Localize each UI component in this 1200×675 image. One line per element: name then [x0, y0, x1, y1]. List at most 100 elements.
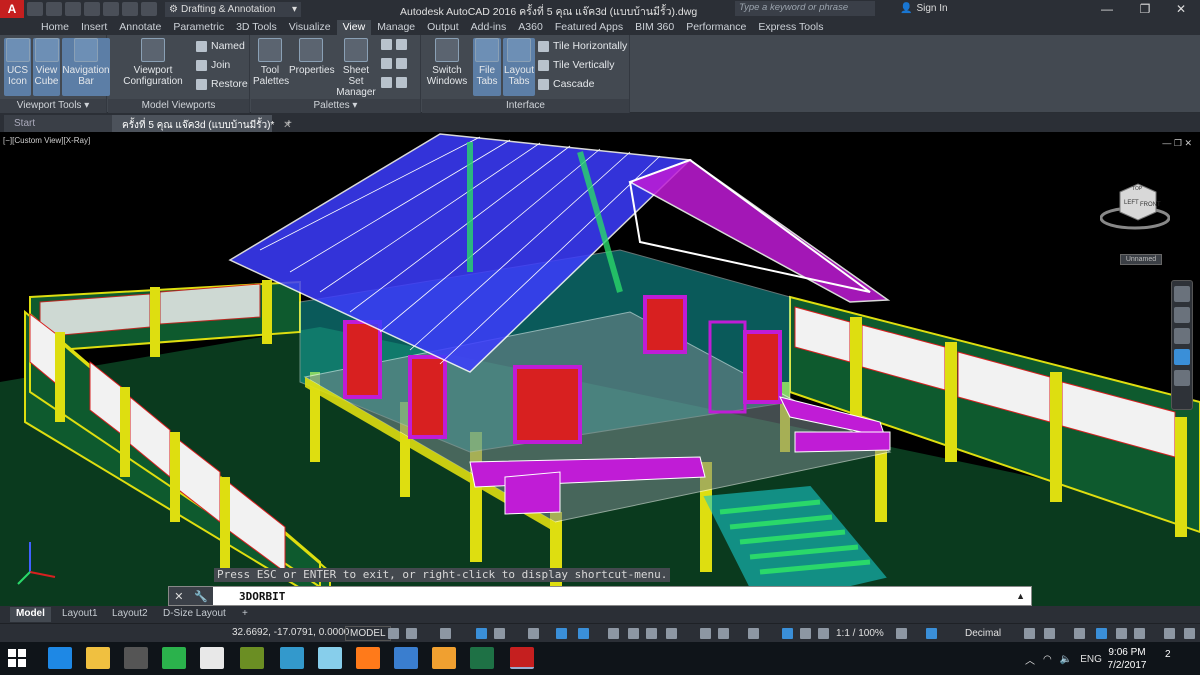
tab-insert[interactable]: Insert: [75, 20, 113, 35]
redo-icon[interactable]: [141, 2, 157, 16]
tab-express-tools[interactable]: Express Tools: [752, 20, 829, 35]
excel-icon[interactable]: [470, 647, 494, 669]
viewport-window-controls[interactable]: — ❐ ✕: [1162, 138, 1192, 149]
gizmo-icon[interactable]: [748, 628, 759, 639]
app-icon-10[interactable]: [394, 647, 418, 669]
tab-3d-tools[interactable]: 3D Tools: [230, 20, 283, 35]
annotation-visibility-icon[interactable]: [782, 628, 793, 639]
sheet-set-manager-button[interactable]: Sheet Set Manager: [335, 38, 377, 98]
close-icon[interactable]: ✕: [174, 590, 183, 603]
app-icon-7[interactable]: [280, 647, 304, 669]
coordinates-readout[interactable]: 32.6692, -17.0791, 0.0000: [232, 627, 349, 638]
layout-tab-model[interactable]: Model: [10, 607, 51, 622]
tile-horizontally-button[interactable]: Tile Horizontally: [538, 40, 627, 52]
command-line[interactable]: ✕ 🔧 3DORBIT ▲: [168, 586, 1032, 606]
workspace-dropdown[interactable]: ⚙ Drafting & Annotation ▾: [165, 1, 301, 17]
file-explorer-icon[interactable]: [86, 647, 110, 669]
markup-button[interactable]: [381, 58, 407, 69]
annotation-scale-value[interactable]: 1:1 / 100%: [836, 628, 884, 639]
minimize-button[interactable]: —: [1088, 0, 1126, 18]
viewport-controls-label[interactable]: [−][Custom View][X-Ray]: [3, 136, 90, 145]
infer-constraints-icon[interactable]: [440, 628, 451, 639]
isolate-objects-icon[interactable]: [1074, 628, 1085, 639]
pan-icon[interactable]: [1174, 307, 1190, 323]
orbit-icon[interactable]: [1174, 349, 1190, 365]
undo-icon[interactable]: [122, 2, 138, 16]
units-value[interactable]: Decimal: [965, 628, 1001, 639]
showmotion-icon[interactable]: [1174, 370, 1190, 386]
add-layout-button[interactable]: +: [236, 607, 254, 622]
print-icon[interactable]: [103, 2, 119, 16]
tab-add-ins[interactable]: Add-ins: [465, 20, 513, 35]
join-viewports-button[interactable]: Join: [196, 59, 230, 71]
design-center-button[interactable]: [381, 39, 407, 50]
store-icon[interactable]: [200, 647, 224, 669]
close-button[interactable]: ✕: [1162, 0, 1200, 18]
tile-vertically-button[interactable]: Tile Vertically: [538, 59, 614, 71]
fullscreen-icon[interactable]: [1164, 628, 1175, 639]
grid-icon[interactable]: [388, 628, 399, 639]
tab-visualize[interactable]: Visualize: [283, 20, 337, 35]
navigation-bar-button[interactable]: Navigation Bar: [62, 38, 110, 96]
layout-tab-d-size-layout[interactable]: D-Size Layout: [157, 607, 232, 622]
search-input[interactable]: Type a keyword or phrase: [735, 1, 875, 16]
save-as-icon[interactable]: [84, 2, 100, 16]
customization-menu-icon[interactable]: [1184, 628, 1195, 639]
app-icon-6[interactable]: [240, 647, 264, 669]
viewport-configuration-button[interactable]: Viewport Configuration: [118, 38, 188, 87]
palettes-label[interactable]: Palettes ▾: [251, 99, 420, 113]
auto-scale-icon[interactable]: [800, 628, 811, 639]
object-snap-tracking-icon[interactable]: [556, 628, 567, 639]
save-icon[interactable]: [65, 2, 81, 16]
tool-palettes-button[interactable]: Tool Palettes: [253, 38, 289, 87]
new-file-icon[interactable]: [27, 2, 43, 16]
command-line-button[interactable]: [381, 77, 407, 88]
autocad-taskbar-icon[interactable]: [510, 647, 534, 669]
quick-properties-icon[interactable]: [1024, 628, 1035, 639]
viewport-tools-label[interactable]: Viewport Tools ▾: [0, 99, 106, 113]
tab-start[interactable]: Start: [4, 115, 112, 132]
graphics-performance-icon[interactable]: [1116, 628, 1127, 639]
tab-view[interactable]: View: [336, 20, 372, 35]
windows-start-icon[interactable]: [8, 649, 26, 667]
language-indicator[interactable]: ENG: [1080, 654, 1102, 665]
drawing-viewport[interactable]: [−][Custom View][X-Ray] — ❐ ✕ LEFT FRONT…: [0, 132, 1200, 606]
ortho-icon[interactable]: [476, 628, 487, 639]
lock-ui-icon[interactable]: [1044, 628, 1055, 639]
3d-object-snap-icon[interactable]: [666, 628, 677, 639]
tab-performance[interactable]: Performance: [680, 20, 752, 35]
model-space-button[interactable]: MODEL: [345, 626, 391, 641]
properties-button[interactable]: Properties: [289, 38, 335, 76]
volume-icon[interactable]: 🔈: [1060, 654, 1072, 665]
polar-icon[interactable]: [494, 628, 505, 639]
cascade-button[interactable]: Cascade: [538, 78, 594, 90]
restore-viewports-button[interactable]: Restore: [196, 78, 248, 90]
tab-a360[interactable]: A360: [512, 20, 549, 35]
dynamic-ucs-icon[interactable]: [700, 628, 711, 639]
tab-manage[interactable]: Manage: [371, 20, 421, 35]
switch-windows-button[interactable]: Switch Windows: [426, 38, 468, 87]
autocad-logo-icon[interactable]: A: [0, 0, 24, 18]
command-history-icon[interactable]: ▲: [1016, 591, 1025, 601]
open-file-icon[interactable]: [46, 2, 62, 16]
sign-in-button[interactable]: 👤 Sign In: [900, 3, 948, 14]
layout-tabs-button[interactable]: Layout Tabs: [503, 38, 535, 96]
clean-screen-icon[interactable]: [1134, 628, 1145, 639]
tab-output[interactable]: Output: [421, 20, 465, 35]
zoom-icon[interactable]: [1174, 328, 1190, 344]
network-icon[interactable]: ◠: [1043, 654, 1052, 665]
steering-wheel-icon[interactable]: [1174, 286, 1190, 302]
view-cube-button[interactable]: View Cube: [33, 38, 60, 96]
annotation-monitor-icon[interactable]: [926, 628, 937, 639]
tab-featured-apps[interactable]: Featured Apps: [549, 20, 629, 35]
isodraft-icon[interactable]: [528, 628, 539, 639]
view-cube-widget[interactable]: LEFT FRONT TOP: [1100, 178, 1170, 234]
hardware-acceleration-icon[interactable]: [1096, 628, 1107, 639]
layout-tab-layout2[interactable]: Layout2: [106, 607, 154, 622]
chevron-up-icon[interactable]: ︿: [1025, 652, 1035, 667]
maximize-button[interactable]: ❐: [1126, 0, 1164, 18]
line-app-icon[interactable]: [162, 647, 186, 669]
object-snap-icon[interactable]: [578, 628, 589, 639]
firefox-icon[interactable]: [356, 647, 380, 669]
transparency-icon[interactable]: [628, 628, 639, 639]
